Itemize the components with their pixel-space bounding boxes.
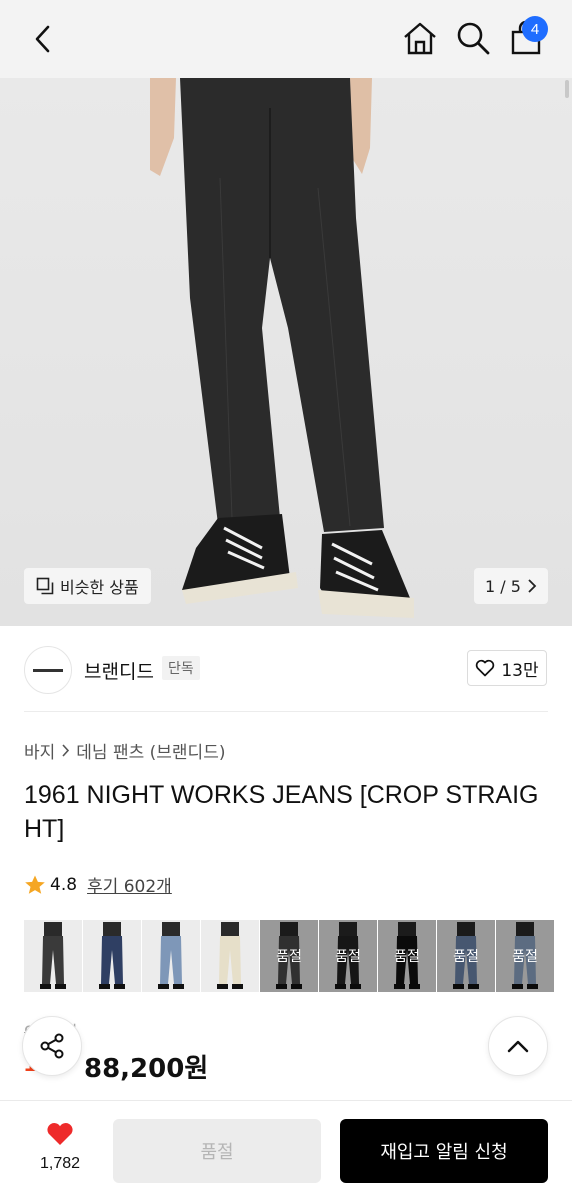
heart-outline-icon <box>476 659 495 677</box>
chevron-right-icon <box>528 579 537 593</box>
copy-icon <box>36 577 54 595</box>
search-icon <box>457 22 490 55</box>
heart-filled-icon <box>47 1123 73 1145</box>
top-app-bar: 4 <box>0 0 572 78</box>
color-variant-thumb[interactable]: 품절 <box>260 920 318 992</box>
page-indicator-text: 1 / 5 <box>485 576 521 596</box>
chevron-up-icon <box>507 1040 529 1053</box>
soldout-label: 품절 <box>335 949 361 965</box>
image-page-indicator[interactable]: 1 / 5 <box>474 568 548 604</box>
home-icon <box>404 22 436 55</box>
breadcrumb-category[interactable]: 바지 <box>24 738 55 763</box>
favorite-count: 1,782 <box>39 1155 81 1172</box>
color-variant-thumb[interactable] <box>142 920 200 992</box>
star-icon <box>25 875 45 894</box>
brand-name[interactable]: 브랜디드 <box>84 657 154 684</box>
color-variant-thumb[interactable]: 품절 <box>437 920 495 992</box>
search-button[interactable] <box>455 20 491 56</box>
variant-photo <box>83 920 141 992</box>
sale-price: 88,200원 <box>84 1054 209 1084</box>
share-button[interactable] <box>22 1016 82 1076</box>
soldout-label: 품절 <box>276 949 302 965</box>
soldout-label: 품절 <box>394 949 420 965</box>
breadcrumb-subcategory[interactable]: 데님 팬츠 (브랜디드) <box>76 738 225 763</box>
bottom-action-bar: 1,782 품절 재입고 알림 신청 <box>0 1100 572 1200</box>
soldout-button[interactable]: 품절 <box>113 1119 321 1183</box>
divider <box>24 711 548 712</box>
color-variant-thumb[interactable] <box>83 920 141 992</box>
scroll-to-top-button[interactable] <box>488 1016 548 1076</box>
chevron-left-icon <box>35 25 50 53</box>
back-button[interactable] <box>26 22 60 56</box>
similar-products-label: 비슷한 상품 <box>60 578 139 597</box>
scrollbar-thumb[interactable] <box>565 80 569 98</box>
product-image-carousel[interactable] <box>0 78 572 626</box>
brand-logo[interactable] <box>24 646 72 694</box>
variant-photo <box>201 920 259 992</box>
color-variant-thumb[interactable]: 품절 <box>378 920 436 992</box>
product-photo <box>150 78 414 618</box>
share-icon <box>40 1033 64 1059</box>
brand-like-button[interactable]: 13만 <box>467 650 547 686</box>
soldout-label: 품절 <box>512 949 538 965</box>
restock-alert-button[interactable]: 재입고 알림 신청 <box>340 1119 548 1183</box>
color-variant-thumb[interactable]: 품절 <box>319 920 377 992</box>
favorite-button[interactable]: 1,782 <box>24 1121 96 1183</box>
variant-photo <box>24 920 82 992</box>
product-title: 1961 NIGHT WORKS JEANS [CROP STRAIGHT] <box>24 781 539 843</box>
color-variant-thumb[interactable] <box>201 920 259 992</box>
chevron-right-icon <box>62 744 70 757</box>
rating-summary[interactable]: 4.8 후기 602개 <box>24 872 172 897</box>
variant-photo <box>142 920 200 992</box>
similar-products-button[interactable]: 비슷한 상품 <box>24 568 151 604</box>
brand-row: 브랜디드 단독 13만 <box>0 626 572 712</box>
exclusive-tag: 단독 <box>162 656 200 680</box>
cart-count-badge: 4 <box>522 16 548 42</box>
home-button[interactable] <box>402 20 438 56</box>
color-variant-thumb[interactable]: 품절 <box>496 920 554 992</box>
soldout-label: 품절 <box>453 949 479 965</box>
rating-score: 4.8 <box>50 874 78 895</box>
breadcrumb: 바지 데님 팬츠 (브랜디드) <box>24 738 225 763</box>
review-count-link[interactable]: 후기 602개 <box>87 872 172 897</box>
color-variant-list: 품절 품절 품절 품절 품절 <box>24 920 572 992</box>
brand-like-count: 13만 <box>501 660 539 681</box>
color-variant-thumb[interactable] <box>24 920 82 992</box>
